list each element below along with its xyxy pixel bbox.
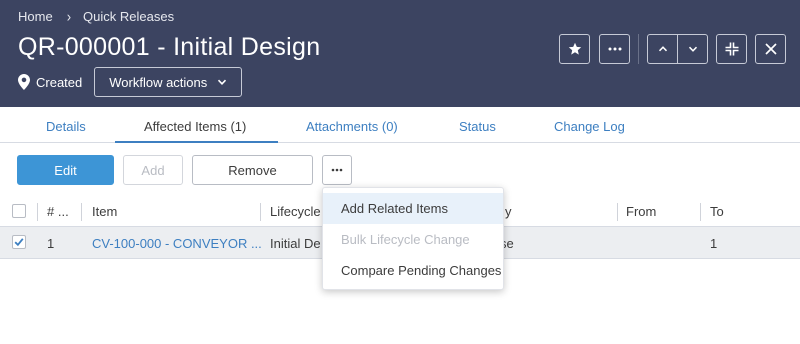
record-tabs: Details Affected Items (1) Attachments (… (0, 107, 800, 143)
tab-attachments[interactable]: Attachments (0) (306, 119, 398, 134)
tab-affected-items[interactable]: Affected Items (1) (144, 119, 246, 134)
row-number: 1 (47, 236, 55, 251)
status-label: Created (36, 74, 83, 90)
favorite-button[interactable] (559, 34, 590, 64)
menu-item-add-related-items[interactable]: Add Related Items (323, 193, 503, 224)
previous-record-button[interactable] (647, 34, 678, 64)
edit-button[interactable]: Edit (17, 155, 114, 185)
workflow-actions-button[interactable]: Workflow actions (94, 67, 243, 97)
item-link[interactable]: CV-100-000 - CONVEYOR ... (92, 236, 262, 251)
column-number[interactable]: # ... (47, 204, 69, 219)
column-divider (37, 203, 38, 221)
tab-change-log[interactable]: Change Log (554, 119, 625, 134)
ellipsis-icon (608, 47, 621, 51)
collapse-icon (725, 42, 738, 56)
page-title: QR-000001 - Initial Design (18, 33, 321, 61)
star-icon (568, 42, 581, 55)
chevron-right-icon: › (66, 7, 72, 25)
menu-item-compare-pending-changes[interactable]: Compare Pending Changes (323, 255, 503, 286)
column-partial[interactable]: y (505, 204, 512, 219)
workflow-actions-label: Workflow actions (109, 74, 208, 90)
checkmark-icon (14, 238, 24, 247)
close-icon (764, 43, 777, 55)
more-options-menu: Add Related Items Bulk Lifecycle Change … (322, 187, 504, 290)
column-divider (81, 203, 82, 221)
chevron-down-icon (688, 46, 697, 52)
chevron-up-icon (658, 46, 667, 52)
row-to: 1 (710, 236, 718, 251)
breadcrumb-home[interactable]: Home (18, 9, 53, 24)
add-button[interactable]: Add (123, 155, 183, 185)
collapse-button[interactable] (716, 34, 747, 64)
chevron-down-icon (218, 79, 227, 85)
column-divider (700, 203, 701, 221)
next-record-button[interactable] (677, 34, 708, 64)
header-divider (638, 34, 639, 64)
close-button[interactable] (755, 34, 786, 64)
column-from[interactable]: From (626, 204, 656, 219)
record-header: Home › Quick Releases QR-000001 - Initia… (0, 0, 800, 107)
more-options-button[interactable] (322, 155, 352, 185)
location-pin-icon (18, 74, 30, 90)
column-divider (617, 203, 618, 221)
tab-status[interactable]: Status (459, 119, 496, 134)
column-to[interactable]: To (710, 204, 724, 219)
active-tab-indicator (115, 141, 278, 143)
menu-item-bulk-lifecycle-change: Bulk Lifecycle Change (341, 232, 470, 247)
column-lifecycle[interactable]: Lifecycle (270, 204, 321, 219)
status-row: Created Workflow actions (18, 67, 243, 97)
row-lifecycle: Initial De (270, 236, 321, 251)
breadcrumb-current[interactable]: Quick Releases (83, 9, 174, 24)
tab-details[interactable]: Details (46, 119, 86, 134)
row-checkbox[interactable] (12, 235, 26, 249)
select-all-checkbox[interactable] (12, 204, 26, 218)
column-divider (260, 203, 261, 221)
ellipsis-icon (331, 168, 343, 172)
more-actions-button[interactable] (599, 34, 630, 64)
breadcrumb: Home › Quick Releases (18, 7, 174, 25)
column-item[interactable]: Item (92, 204, 117, 219)
remove-button[interactable]: Remove (192, 155, 313, 185)
